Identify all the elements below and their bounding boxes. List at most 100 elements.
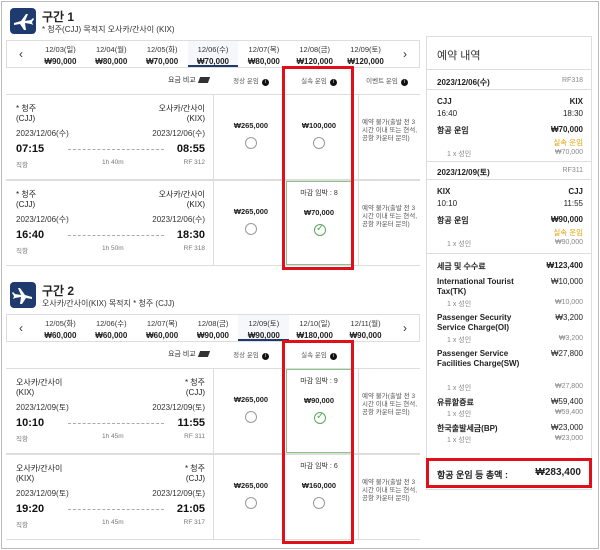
to-city: 오사카/간사이	[158, 104, 205, 113]
date-tab[interactable]: 12/10(일) ₩180,000	[289, 315, 340, 341]
fare-radio[interactable]	[245, 497, 257, 509]
leg1-to: KIX	[569, 97, 583, 106]
flight-row: * 청주 (CJJ) 오사카/간사이 (KIX) 2023/12/06(수) 2…	[6, 180, 420, 266]
date-tab[interactable]: 12/04(월) ₩80,000	[86, 41, 137, 67]
leg2-fare-label: 항공 운임	[437, 216, 469, 225]
prev-dates-button[interactable]: ‹	[7, 315, 35, 341]
route-line	[68, 235, 164, 236]
flight-row: * 청주 (CJJ) 오사카/간사이 (KIX) 2023/12/06(수) 2…	[6, 94, 420, 180]
fare-col-normal: 정상 운임 i	[218, 75, 284, 86]
tax-name: International Tourist Tax(TK)	[437, 277, 514, 296]
tax-name: 한국출발세금(BP)	[437, 424, 498, 433]
section2-subtitle: 오사카/간사이(KIX) 목적지 * 청주 (CJJ)	[42, 299, 175, 308]
section2-title: 구간 2	[42, 284, 75, 298]
date-tab[interactable]: 12/03(일) ₩90,000	[35, 41, 86, 67]
next-dates-button[interactable]: ›	[391, 41, 419, 67]
fare-compare-button[interactable]: 요금 비교	[168, 75, 210, 85]
date-tab-selected[interactable]: 12/06(수) ₩70,000	[187, 41, 239, 67]
fare-note: 예약 불가(출발 전 3시간 이내 또는 현석, 공항 카운터 문의)	[358, 95, 420, 179]
duration: 1h 40m	[102, 159, 124, 166]
tax-amount: ₩59,400	[550, 397, 583, 406]
leg2-arr: 11:55	[563, 199, 583, 208]
flight-number: RF 312	[183, 159, 205, 166]
arr-date: 2023/12/09(토)	[152, 403, 205, 412]
date-tab[interactable]: 12/07(목) ₩60,000	[137, 315, 188, 341]
flight-number: RF 311	[184, 433, 205, 440]
route-line	[68, 423, 164, 424]
tax-amount: ₩3,200	[555, 313, 583, 322]
date-tab[interactable]: 12/09(토) ₩120,000	[340, 41, 391, 67]
leg1-pax-fare: ₩70,000	[554, 149, 583, 156]
leg2-flight: RF311	[562, 167, 584, 174]
from-city: * 청주	[16, 104, 37, 113]
booking-summary-panel: 예약 내역 2023/12/06(수) RF318 CJJ KIX 16:40 …	[426, 36, 592, 490]
fare-col-event: 이벤트 운임 i	[354, 75, 420, 86]
tax-amount: ₩10,000	[550, 277, 583, 286]
dep-time: 07:15	[16, 143, 45, 155]
to-code: (CJJ)	[185, 474, 205, 483]
leg2-to: CJJ	[568, 187, 583, 196]
from-city: * 청주	[16, 190, 37, 199]
date-tab[interactable]: 12/08(금) ₩120,000	[289, 41, 340, 67]
highlight-box	[282, 340, 354, 544]
fare-note: 예약 불가(출발 전 3시간 이내 또는 현석, 공항 카운터 문의)	[358, 181, 420, 265]
tax-amount: ₩23,000	[550, 423, 583, 432]
route-line	[68, 149, 164, 150]
leg1-dep: 16:40	[437, 109, 458, 118]
leg2-pax-fare: ₩90,000	[554, 239, 583, 246]
fare-compare-button[interactable]: 요금 비교	[168, 349, 210, 359]
arr-time: 11:55	[177, 417, 205, 429]
flight-type: 직항	[16, 436, 28, 443]
section2-fare-header: 요금 비교 정상 운임 i 실속 운임 i	[6, 346, 420, 364]
fare-option-normal[interactable]: ₩265,000	[218, 369, 284, 453]
fare-option-normal[interactable]: ₩265,000	[218, 181, 284, 265]
to-code: (KIX)	[186, 114, 205, 123]
fare-radio[interactable]	[245, 411, 257, 423]
date-tab[interactable]: 12/11(월) ₩90,000	[340, 315, 391, 341]
flight-type: 직항	[16, 248, 28, 255]
duration: 1h 45m	[102, 519, 124, 526]
tax-name: Passenger Security Service Charge(OI)	[437, 313, 512, 332]
from-city: 오사카/간사이	[16, 378, 63, 387]
date-tab[interactable]: 12/07(목) ₩80,000	[238, 41, 289, 67]
leg1-arr: 18:30	[562, 109, 583, 118]
to-city: * 청주	[184, 464, 205, 473]
leg2-dep: 10:10	[437, 199, 458, 208]
date-tab[interactable]: 12/05(화) ₩70,000	[137, 41, 188, 67]
leg1-flight: RF318	[561, 77, 583, 84]
tax-total: ₩123,400	[546, 261, 583, 270]
tax-amount: ₩27,800	[550, 349, 583, 358]
fare-option-normal[interactable]: ₩265,000	[218, 95, 284, 179]
fare-radio[interactable]	[245, 223, 257, 235]
flight-number: RF 317	[183, 519, 205, 526]
total-label: 항공 운임 등 총액 :	[437, 470, 508, 480]
dep-date: 2023/12/06(수)	[16, 215, 69, 224]
flight-row: 오사카/간사이 (KIX) * 청주 (CJJ) 2023/12/09(토) 2…	[6, 454, 420, 540]
section1-title: 구간 1	[42, 10, 75, 24]
from-city: 오사카/간사이	[16, 464, 63, 473]
arr-date: 2023/12/09(토)	[152, 489, 205, 498]
info-icon[interactable]: i	[400, 79, 408, 86]
leg1-from: CJJ	[437, 97, 452, 106]
from-code: (CJJ)	[16, 114, 36, 123]
date-tab-selected[interactable]: 12/09(토) ₩90,000	[238, 315, 290, 341]
date-tab[interactable]: 12/08(금) ₩90,000	[188, 315, 239, 341]
total-value: ₩283,400	[535, 467, 581, 478]
flight-type: 직항	[16, 162, 28, 169]
to-city: 오사카/간사이	[158, 190, 205, 199]
date-tab[interactable]: 12/05(화) ₩60,000	[35, 315, 86, 341]
to-city: * 청주	[184, 378, 205, 387]
arr-time: 18:30	[176, 229, 205, 241]
info-icon[interactable]: i	[261, 353, 269, 360]
leg1-date: 2023/12/06(수)	[437, 78, 490, 87]
fare-option-normal[interactable]: ₩265,000	[218, 455, 284, 539]
section1-subtitle: * 청주(CJJ) 목적지 오사카/간사이 (KIX)	[42, 25, 175, 34]
to-code: (KIX)	[186, 200, 205, 209]
next-dates-button[interactable]: ›	[391, 315, 419, 341]
fare-radio[interactable]	[245, 137, 257, 149]
date-tab[interactable]: 12/06(수) ₩60,000	[86, 315, 137, 341]
section1-date-strip: ‹ 12/03(일) ₩90,000 12/04(월) ₩80,000 12/05(…	[6, 40, 420, 68]
prev-dates-button[interactable]: ‹	[7, 41, 35, 67]
dep-date: 2023/12/09(토)	[16, 489, 69, 498]
info-icon[interactable]: i	[261, 79, 269, 86]
